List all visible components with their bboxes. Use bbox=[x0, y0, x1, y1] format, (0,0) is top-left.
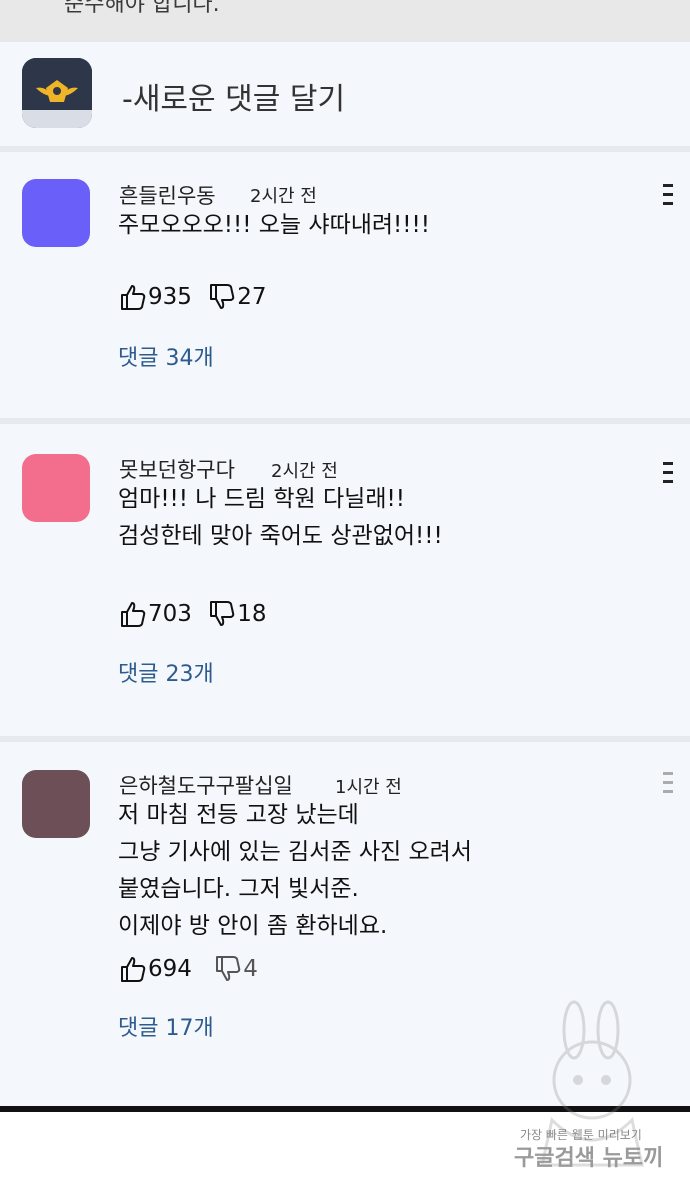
comment-body: 엄마!!! 나 드림 학원 다닐래!! 검성한테 맞아 죽어도 상관없어!!! bbox=[118, 481, 443, 555]
vote-row: 935 27 bbox=[118, 283, 267, 313]
comment-time: 1시간 전 bbox=[335, 777, 402, 798]
previous-notice-strip: 준수해야 합니다. bbox=[0, 0, 690, 42]
watermark-line2: 구글검색 뉴토끼 bbox=[514, 1146, 664, 1171]
comment-item: 못보던항구다 2시간 전 엄마!!! 나 드림 학원 다닐래!! 검성한테 맞아… bbox=[0, 424, 690, 736]
comment-line: 이제야 방 안이 좀 환하네요. bbox=[118, 913, 388, 939]
comment-line: 엄마!!! 나 드림 학원 다닐래!! bbox=[118, 486, 405, 512]
like-button[interactable]: 935 bbox=[118, 283, 192, 311]
replies-link[interactable]: 댓글 17개 bbox=[118, 1010, 214, 1042]
like-button[interactable]: 703 bbox=[118, 600, 192, 628]
comment-line: 저 마침 전등 고장 났는데 bbox=[118, 802, 359, 828]
comment-line: 붙였습니다. 그저 빛서준. bbox=[118, 876, 359, 902]
dislike-button[interactable]: 4 bbox=[213, 955, 258, 983]
like-count: 935 bbox=[148, 284, 192, 310]
like-count: 694 bbox=[148, 956, 192, 982]
like-button[interactable]: 694 bbox=[118, 955, 192, 983]
thumbs-up-icon bbox=[121, 285, 146, 310]
dislike-count: 27 bbox=[237, 284, 267, 310]
replies-link[interactable]: 댓글 34개 bbox=[118, 340, 214, 372]
comment-line: 그냥 기사에 있는 김서준 사진 오려서 bbox=[118, 839, 472, 865]
avatar[interactable] bbox=[22, 770, 90, 838]
thumbs-down-icon bbox=[216, 956, 241, 981]
new-comment-label[interactable]: -새로운 댓글 달기 bbox=[122, 74, 345, 118]
replies-link[interactable]: 댓글 23개 bbox=[118, 656, 214, 688]
more-options-icon[interactable] bbox=[660, 184, 674, 206]
more-options-icon[interactable] bbox=[660, 462, 674, 484]
comment-nickname[interactable]: 흔들린우동 bbox=[119, 180, 216, 210]
thumbs-down-icon bbox=[210, 601, 235, 626]
vote-row: 694 4 bbox=[118, 955, 258, 985]
avatar[interactable] bbox=[22, 179, 90, 247]
comment-line: 검성한테 맞아 죽어도 상관없어!!! bbox=[118, 523, 443, 549]
dislike-count: 4 bbox=[243, 956, 258, 982]
vote-row: 703 18 bbox=[118, 600, 267, 630]
thumbs-up-icon bbox=[121, 957, 146, 982]
police-badge-icon bbox=[22, 58, 92, 128]
thumbs-down-icon bbox=[210, 284, 235, 309]
new-comment-bar[interactable]: -새로운 댓글 달기 bbox=[0, 42, 690, 146]
dislike-button[interactable]: 27 bbox=[207, 283, 267, 311]
notice-text: 준수해야 합니다. bbox=[64, 0, 220, 17]
dislike-count: 18 bbox=[237, 601, 267, 627]
comment-body: 주모오오오!!! 오늘 샤따내려!!!! bbox=[118, 207, 430, 244]
avatar[interactable] bbox=[22, 454, 90, 522]
comment-line: 주모오오오!!! 오늘 샤따내려!!!! bbox=[118, 212, 430, 238]
more-options-icon[interactable] bbox=[660, 772, 674, 794]
comment-body: 저 마침 전등 고장 났는데 그냥 기사에 있는 김서준 사진 오려서 붙였습니… bbox=[118, 797, 472, 945]
thumbs-up-icon bbox=[121, 602, 146, 627]
comment-time: 2시간 전 bbox=[271, 461, 338, 482]
dislike-button[interactable]: 18 bbox=[207, 600, 267, 628]
like-count: 703 bbox=[148, 601, 192, 627]
comment-nickname[interactable]: 은하철도구구팔십일 bbox=[119, 770, 293, 800]
comment-nickname[interactable]: 못보던항구다 bbox=[119, 454, 235, 484]
comment-time: 2시간 전 bbox=[250, 186, 317, 207]
comment-item: 흔들린우동 2시간 전 주모오오오!!! 오늘 샤따내려!!!! 935 27 … bbox=[0, 152, 690, 418]
